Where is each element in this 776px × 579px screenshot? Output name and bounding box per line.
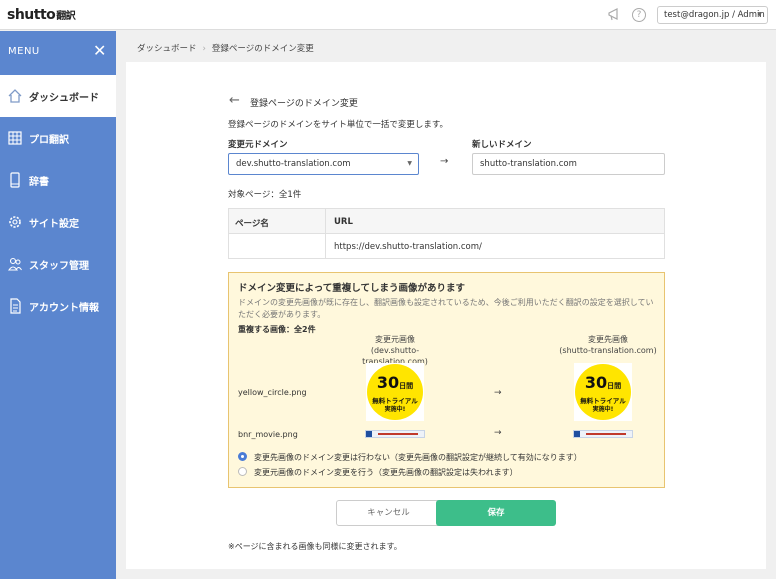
chevron-down-icon: ▼ [407, 160, 412, 167]
image-filename: bnr_movie.png [238, 430, 298, 439]
new-domain-input[interactable]: shutto-translation.com [472, 153, 665, 175]
radio-button[interactable] [238, 467, 247, 476]
column-header-page-name: ページ名 [235, 219, 269, 229]
sidebar-item-dashboard[interactable]: ダッシュボード [0, 75, 116, 117]
sidebar-item-label: サイト設定 [29, 219, 79, 230]
badge-number-value: 30 [376, 373, 400, 392]
arrow-right-icon: → [494, 428, 502, 438]
new-domain-value: shutto-translation.com [480, 159, 577, 169]
warning-title: ドメイン変更によって重複してしまう画像があります [238, 283, 465, 294]
grid-icon [7, 129, 23, 147]
sidebar-item-label: プロ翻訳 [29, 135, 69, 146]
dest-image-column-header: 変更先画像 (shutto-translation.com) [551, 334, 665, 356]
cancel-button[interactable]: キャンセル [336, 500, 441, 526]
dest-image-title: 変更先画像 [588, 335, 628, 344]
pages-table: ページ名 URL https://dev.shutto-translation.… [228, 208, 665, 259]
users-icon [7, 255, 23, 273]
column-header-url: URL [334, 217, 353, 227]
sidebar: MENU ✕ ダッシュボード プロ翻訳 辞書 サイト設定 スタッフ管理 アカウン… [0, 31, 116, 579]
top-bar: shutto翻訳 ? test@dragon.jp / Admin ▼ [0, 0, 776, 30]
book-icon [7, 171, 23, 189]
save-button[interactable]: 保存 [436, 500, 556, 526]
badge-number: 30日間 [574, 373, 632, 392]
image-filename: yellow_circle.png [238, 388, 307, 397]
dest-banner-thumbnail [573, 430, 633, 438]
sidebar-item-account[interactable]: アカウント情報 [0, 285, 116, 327]
breadcrumb-current: 登録ページのドメイン変更 [211, 44, 314, 54]
sidebar-item-label: 辞書 [29, 177, 49, 188]
radio-button-selected[interactable] [238, 452, 247, 461]
close-icon[interactable]: ✕ [93, 41, 106, 60]
duplicate-count: 重複する画像：全2件 [238, 325, 316, 334]
chevron-right-icon: › [202, 44, 206, 54]
sidebar-header: MENU ✕ [0, 31, 116, 73]
back-arrow-icon[interactable]: ← [229, 93, 240, 108]
sidebar-item-label: スタッフ管理 [29, 261, 89, 272]
source-domain-value: dev.shutto-translation.com [236, 159, 351, 169]
page-description: 登録ページのドメインをサイト単位で一括で変更します。 [228, 120, 448, 130]
home-icon [7, 87, 23, 105]
option-label: 変更先画像のドメイン変更は行わない（変更先画像の翻訳設定が継続して有効になります… [254, 453, 582, 462]
badge-unit: 日間 [399, 382, 414, 390]
table-divider [325, 209, 326, 258]
source-domain-label: 変更元ドメイン [228, 140, 288, 150]
badge-number-value: 30 [584, 373, 608, 392]
document-icon [7, 297, 23, 315]
dest-image-thumbnail: 30日間 無料トライアル 実施中! [574, 363, 632, 421]
table-cell-url: https://dev.shutto-translation.com/ [334, 242, 482, 252]
arrow-right-icon: → [440, 156, 449, 167]
warning-description: ドメインの変更先画像が既に存在し、翻訳画像も設定されているため、今後ご利用いただ… [238, 298, 654, 319]
page-count: 対象ページ：全1件 [228, 190, 302, 200]
page-title: 登録ページのドメイン変更 [250, 99, 358, 109]
sidebar-item-pro-translation[interactable]: プロ翻訳 [0, 117, 116, 159]
source-banner-thumbnail [365, 430, 425, 438]
source-image-title: 変更元画像 [375, 335, 415, 344]
option-label: 変更元画像のドメイン変更を行う（変更先画像の翻訳設定は失われます） [254, 468, 518, 477]
sidebar-item-staff[interactable]: スタッフ管理 [0, 243, 116, 285]
source-image-thumbnail: 30日間 無料トライアル 実施中! [366, 363, 424, 421]
badge-line-2: 実施中! [592, 406, 614, 413]
breadcrumb: ダッシュボード › 登録ページのドメイン変更 [137, 42, 314, 54]
logo-main: shutto [7, 7, 56, 23]
user-menu-label: test@dragon.jp / Admin [664, 10, 765, 20]
sidebar-item-label: ダッシュボード [29, 93, 99, 104]
logo-sub: 翻訳 [56, 11, 76, 22]
footnote: ※ページに含まれる画像も同様に変更されます。 [228, 542, 402, 551]
app-logo[interactable]: shutto翻訳 [7, 7, 76, 23]
badge-number: 30日間 [366, 373, 424, 392]
user-menu-dropdown[interactable]: test@dragon.jp / Admin ▼ [657, 6, 768, 24]
arrow-right-icon: → [494, 388, 502, 398]
help-icon[interactable]: ? [632, 8, 646, 22]
source-domain-select[interactable]: dev.shutto-translation.com ▼ [228, 153, 419, 175]
gear-icon [7, 213, 23, 231]
menu-label: MENU [8, 46, 40, 57]
badge-unit: 日間 [607, 382, 622, 390]
badge-line-2: 実施中! [384, 406, 406, 413]
dest-image-domain: (shutto-translation.com) [559, 346, 657, 355]
sidebar-item-label: アカウント情報 [29, 303, 99, 314]
announcement-icon[interactable] [606, 7, 622, 23]
sidebar-item-dictionary[interactable]: 辞書 [0, 159, 116, 201]
table-header [229, 209, 664, 234]
breadcrumb-dashboard-link[interactable]: ダッシュボード [137, 44, 197, 54]
duplicate-image-warning: ドメイン変更によって重複してしまう画像があります ドメインの変更先画像が既に存在… [228, 272, 665, 488]
new-domain-label: 新しいドメイン [472, 140, 532, 150]
sidebar-item-site-settings[interactable]: サイト設定 [0, 201, 116, 243]
chevron-down-icon: ▼ [757, 11, 762, 18]
